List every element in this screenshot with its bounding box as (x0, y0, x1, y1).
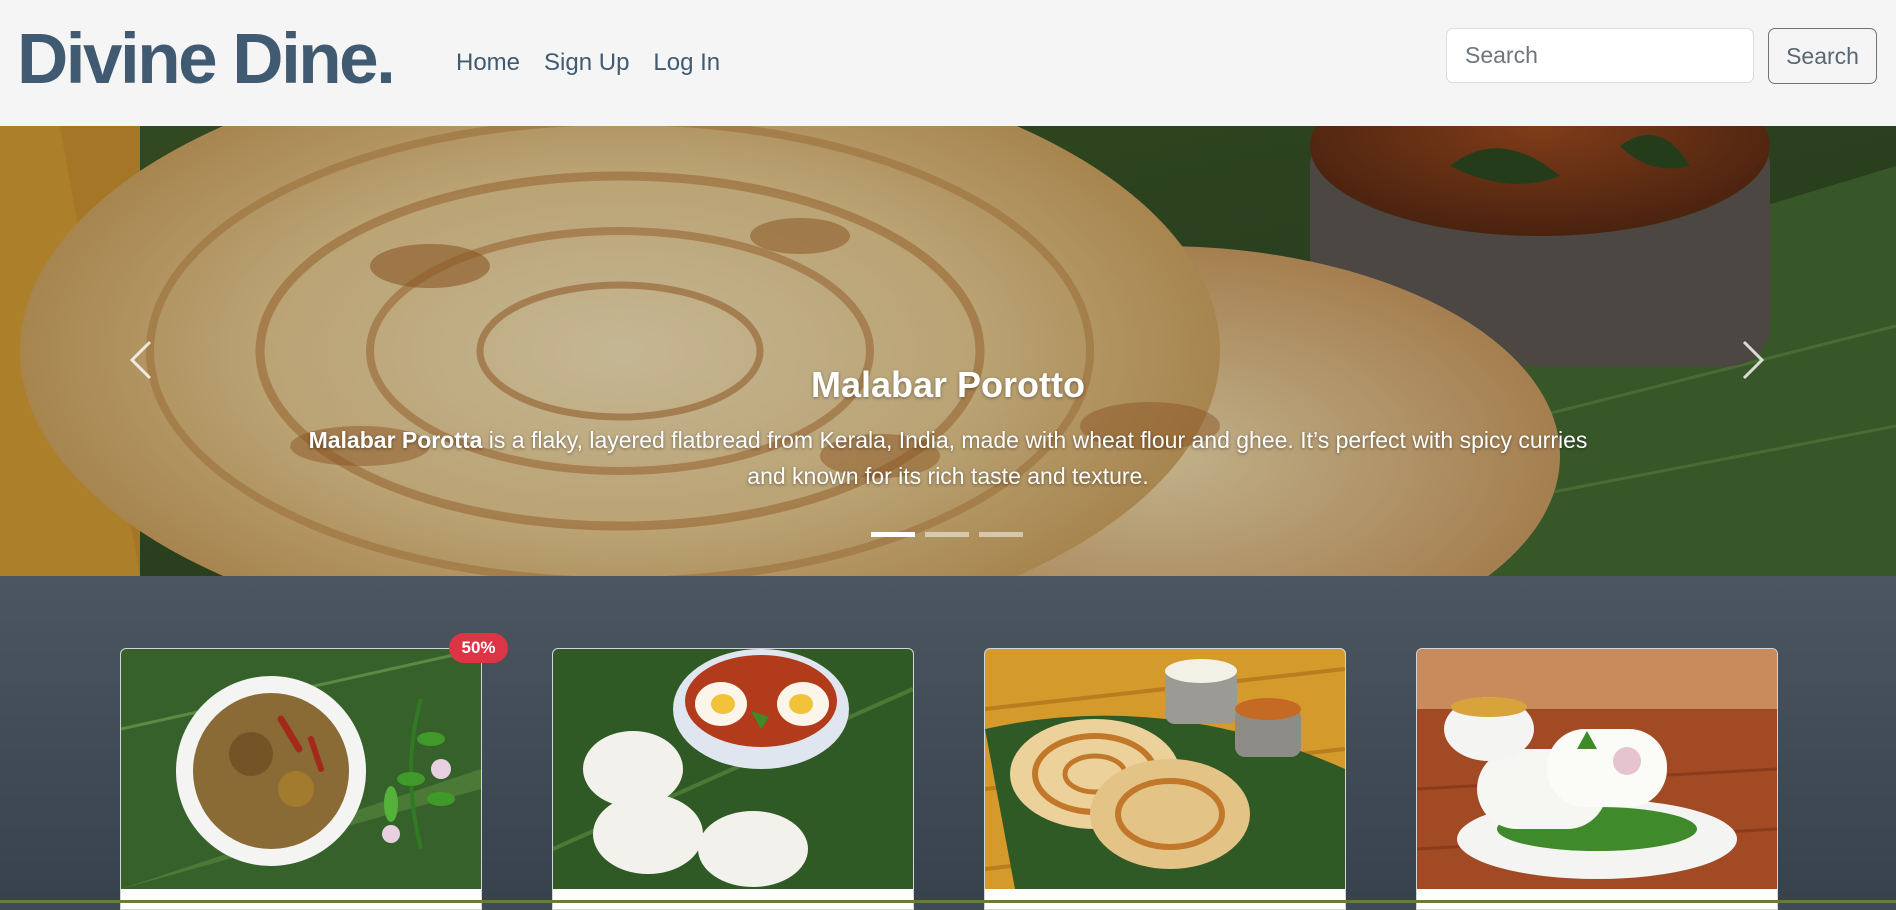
dish-image-3 (985, 649, 1345, 889)
carousel-indicator-2[interactable] (925, 532, 969, 537)
carousel-caption-text: Malabar Porotta is a flaky, layered flat… (300, 422, 1596, 494)
search-input[interactable] (1446, 28, 1754, 83)
chevron-right-icon (1742, 340, 1765, 380)
discount-badge: 50% (449, 633, 508, 663)
card-dish-1[interactable] (120, 648, 482, 910)
dish-image-4 (1417, 649, 1777, 889)
caption-highlight: Malabar Porotta (308, 427, 483, 453)
carousel-indicator-3[interactable] (979, 532, 1023, 537)
hero-carousel: Malabar Porotto Malabar Porotta is a fla… (0, 126, 1896, 576)
dish-cards-section (0, 576, 1896, 910)
carousel-next-button[interactable] (1722, 330, 1782, 390)
dish-image-1 (121, 649, 481, 889)
nav-link-log-in[interactable]: Log In (653, 48, 720, 78)
dish-image-2 (553, 649, 913, 889)
hero-overlay (0, 126, 1896, 576)
nav-link-sign-up[interactable]: Sign Up (544, 48, 629, 78)
card-dish-3[interactable] (984, 648, 1346, 910)
nav-links: Home Sign Up Log In (456, 48, 720, 78)
brand-logo[interactable]: Divine Dine. (17, 18, 396, 102)
carousel-caption-title: Malabar Porotto (810, 364, 1086, 405)
carousel-indicator-1[interactable] (871, 532, 915, 537)
card-dish-2[interactable] (552, 648, 914, 910)
carousel-indicators (871, 532, 1023, 537)
navbar: Divine Dine. Home Sign Up Log In Search (0, 0, 1896, 126)
nav-link-home[interactable]: Home (456, 48, 520, 78)
caption-body: is a flaky, layered flatbread from Keral… (482, 427, 1588, 489)
chevron-left-icon (129, 340, 152, 380)
search-button[interactable]: Search (1768, 28, 1877, 84)
carousel-prev-button[interactable] (112, 330, 172, 390)
card-dish-4[interactable] (1416, 648, 1778, 910)
